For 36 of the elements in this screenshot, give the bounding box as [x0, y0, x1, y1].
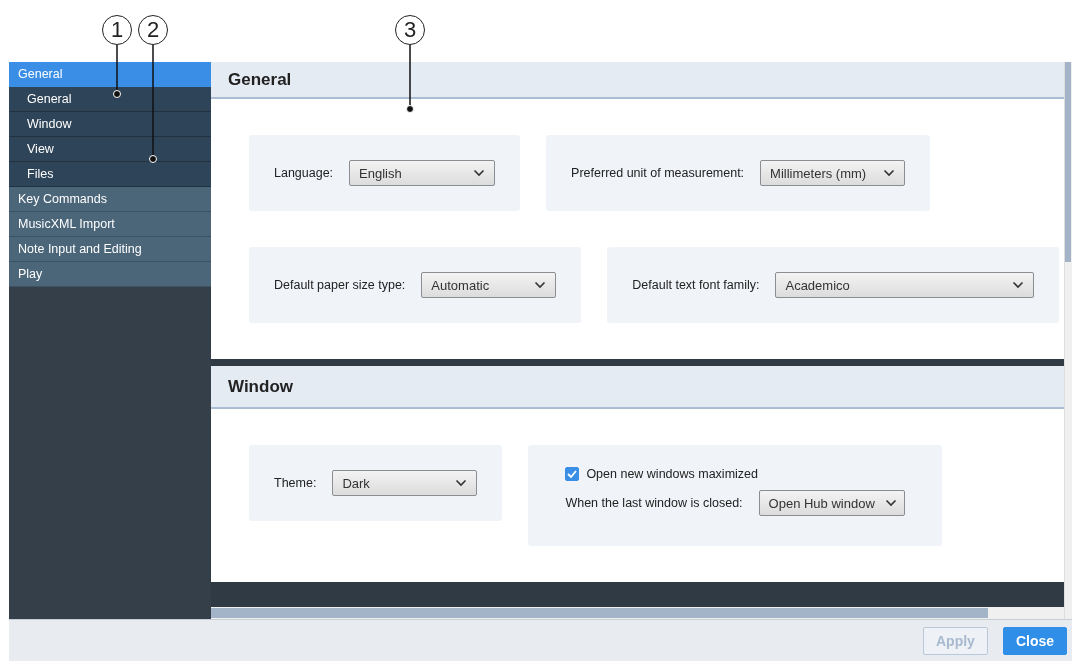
chevron-down-icon — [473, 169, 486, 177]
chevron-down-icon — [455, 479, 468, 487]
dropdown[interactable]: English — [349, 160, 496, 186]
field-label: Preferred unit of measurement: — [571, 166, 745, 180]
field-label: Default paper size type: — [274, 278, 406, 292]
field-label: When the last window is closed: — [565, 496, 743, 510]
dropdown[interactable]: Dark — [332, 470, 478, 496]
dropdown[interactable]: Millimeters (mm) — [760, 160, 906, 186]
checkbox-label: Open new windows maximized — [586, 467, 758, 481]
chevron-down-icon — [884, 499, 897, 507]
chevron-down-icon — [534, 281, 547, 289]
checkbox[interactable] — [565, 467, 580, 481]
sidebar-item[interactable]: MusicXML Import — [9, 212, 211, 237]
scrollbar-thumb[interactable] — [1065, 62, 1071, 262]
sidebar-item[interactable]: Window — [9, 112, 211, 137]
sidebar-item[interactable]: Files — [9, 162, 211, 187]
dropdown[interactable]: Academico — [775, 272, 1035, 298]
dropdown[interactable]: Automatic — [421, 272, 557, 298]
callout-number: 2 — [138, 15, 168, 45]
sidebar-item[interactable]: Key Commands — [9, 187, 211, 212]
chevron-down-icon — [1012, 281, 1025, 289]
field-label: Language: — [274, 166, 334, 180]
callout-number: 1 — [102, 15, 132, 45]
field-label: Theme: — [274, 476, 317, 490]
sidebar-item[interactable]: Note Input and Editing — [9, 237, 211, 262]
sidebar-item[interactable]: View — [9, 137, 211, 162]
scrollbar-thumb[interactable] — [211, 608, 988, 618]
chevron-down-icon — [883, 169, 896, 177]
callout-number: 3 — [395, 15, 425, 45]
dropdown[interactable]: Open Hub window — [758, 490, 905, 516]
sidebar-item[interactable]: General — [9, 87, 211, 112]
section-title: Window — [228, 376, 293, 397]
field-label: Default text font family: — [632, 278, 760, 292]
sidebar-item[interactable]: Play — [9, 262, 211, 287]
section-title: General — [228, 69, 292, 90]
leader-line — [113, 44, 121, 98]
